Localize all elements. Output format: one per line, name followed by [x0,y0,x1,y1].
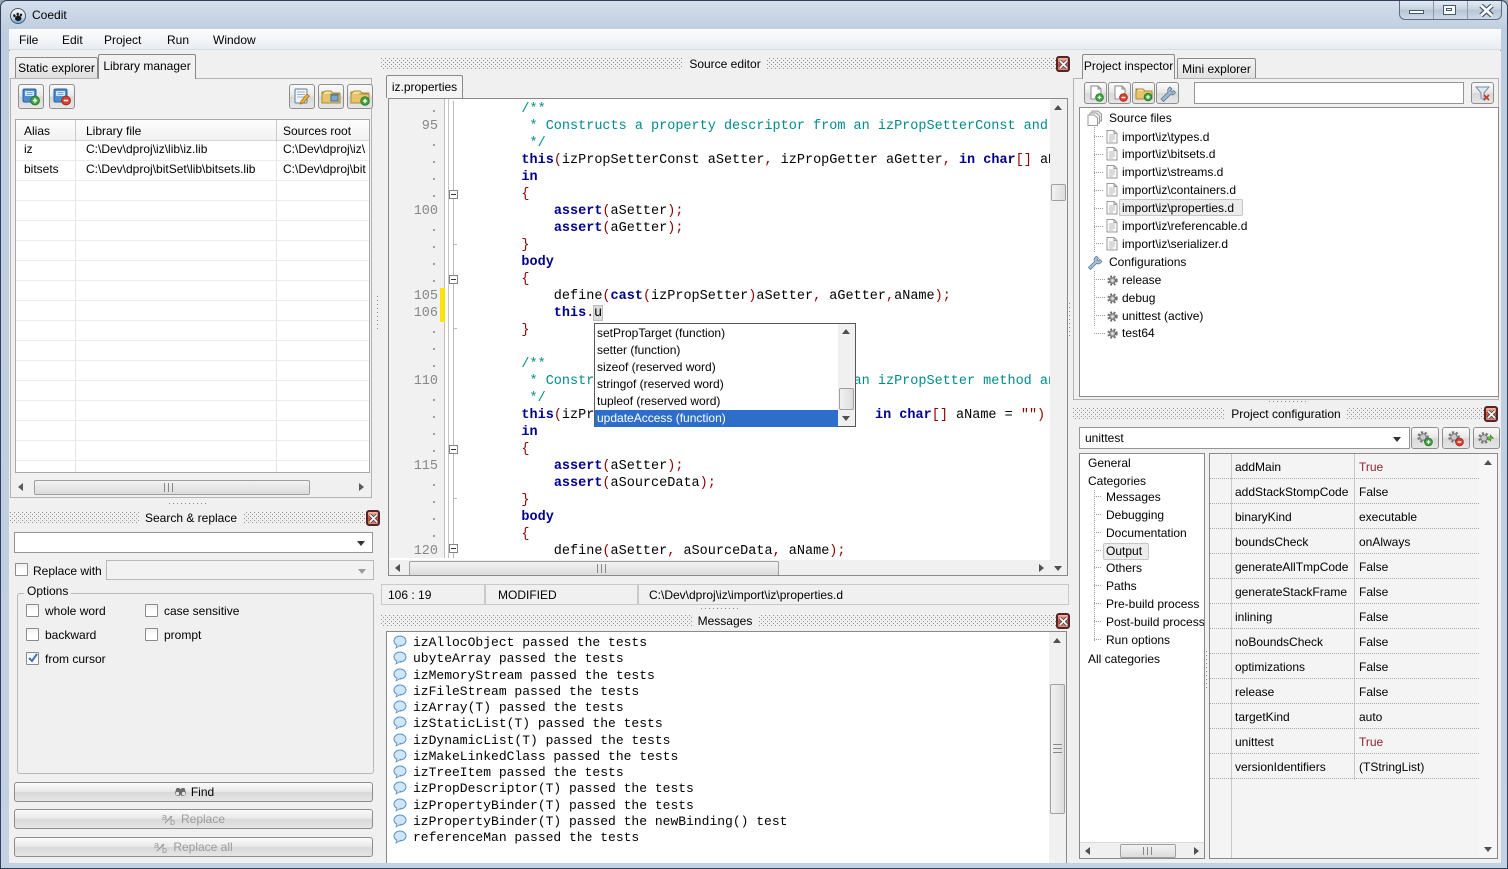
svg-text:b: b [170,817,175,826]
svg-text:a: a [162,812,167,822]
svg-text:a: a [154,840,159,850]
svg-text:b: b [162,845,167,854]
